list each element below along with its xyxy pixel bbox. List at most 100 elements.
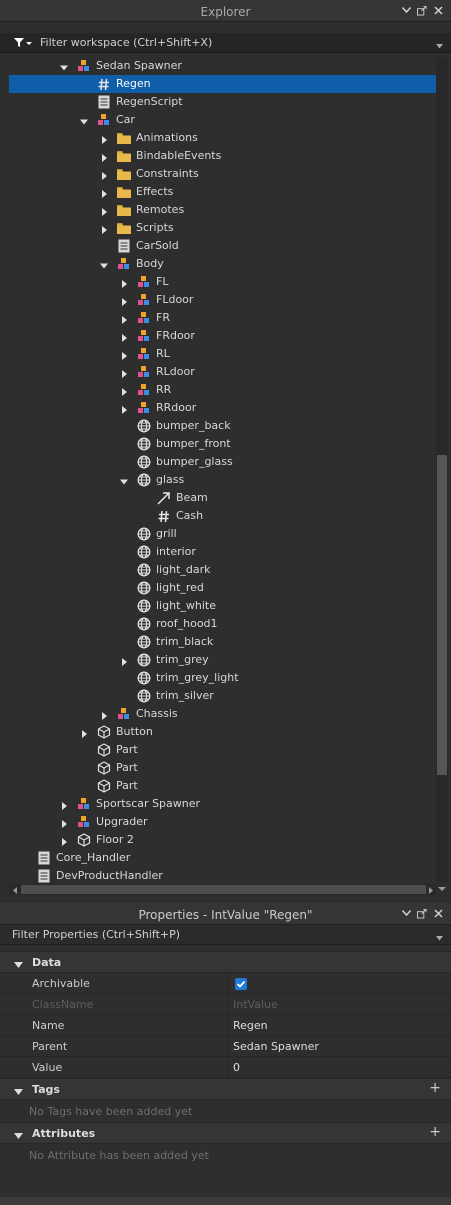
tree-item-scripts[interactable]: Scripts	[9, 219, 436, 237]
close-icon[interactable]	[433, 4, 443, 16]
filter-dropdown-icon[interactable]	[436, 39, 443, 52]
expand-right-arrow-icon[interactable]	[120, 350, 128, 360]
section-data[interactable]: Data	[0, 951, 451, 973]
scroll-right-icon[interactable]	[426, 885, 436, 895]
tree-item-remotes[interactable]: Remotes	[9, 201, 436, 219]
tree-item-chassis[interactable]: Chassis	[9, 705, 436, 723]
expand-right-arrow-icon[interactable]	[60, 800, 68, 810]
tree-item-car[interactable]: Car	[9, 111, 436, 129]
tree-item-beam[interactable]: Beam	[9, 489, 436, 507]
tree-item-light-red[interactable]: light_red	[9, 579, 436, 597]
tree-item-trim-black[interactable]: trim_black	[9, 633, 436, 651]
tree-item-trim-grey[interactable]: trim_grey	[9, 651, 436, 669]
property-value-parent[interactable]: Sedan Spawner	[233, 1040, 319, 1053]
expand-right-arrow-icon[interactable]	[100, 206, 108, 216]
tree-item-part[interactable]: Part	[9, 759, 436, 777]
explorer-filter-bar[interactable]: Filter workspace (Ctrl+Shift+X)	[0, 33, 451, 53]
property-value-value[interactable]: 0	[233, 1061, 240, 1074]
tree-item-frdoor[interactable]: FRdoor	[9, 327, 436, 345]
vertical-scrollbar[interactable]	[436, 57, 448, 883]
expand-right-arrow-icon[interactable]	[100, 710, 108, 720]
vertical-scroll-thumb[interactable]	[437, 455, 447, 775]
tree-item-bumper-front[interactable]: bumper_front	[9, 435, 436, 453]
tree-item-bindableevents[interactable]: BindableEvents	[9, 147, 436, 165]
tree-item-regenscript[interactable]: RegenScript	[9, 93, 436, 111]
tree-item-interior[interactable]: interior	[9, 543, 436, 561]
expand-right-arrow-icon[interactable]	[60, 818, 68, 828]
tree-item-fr[interactable]: FR	[9, 309, 436, 327]
tree-item-fldoor[interactable]: FLdoor	[9, 291, 436, 309]
tree-item-light-dark[interactable]: light_dark	[9, 561, 436, 579]
undock-icon[interactable]	[417, 4, 427, 16]
expand-down-arrow-icon[interactable]	[100, 260, 108, 269]
tree-item-floor-2[interactable]: Floor 2	[9, 831, 436, 849]
tree-item-rl[interactable]: RL	[9, 345, 436, 363]
tree-item-button[interactable]: Button	[9, 723, 436, 741]
expand-right-arrow-icon[interactable]	[100, 170, 108, 180]
tree-item-constraints[interactable]: Constraints	[9, 165, 436, 183]
tree-item-animations[interactable]: Animations	[9, 129, 436, 147]
horizontal-scroll-thumb[interactable]	[21, 885, 426, 894]
tree-item-sportscar-spawner[interactable]: Sportscar Spawner	[9, 795, 436, 813]
expand-right-arrow-icon[interactable]	[120, 404, 128, 414]
expand-right-arrow-icon[interactable]	[80, 728, 88, 738]
add-attribute-plus-icon[interactable]: +	[429, 1124, 441, 1140]
tree-item-grill[interactable]: grill	[9, 525, 436, 543]
expand-right-arrow-icon[interactable]	[120, 368, 128, 378]
tree-item-upgrader[interactable]: Upgrader	[9, 813, 436, 831]
tree-item-effects[interactable]: Effects	[9, 183, 436, 201]
expand-right-arrow-icon[interactable]	[100, 188, 108, 198]
collapse-arrow-icon[interactable]	[14, 1130, 23, 1143]
tree-item-fl[interactable]: FL	[9, 273, 436, 291]
collapse-arrow-icon[interactable]	[14, 959, 23, 972]
add-tag-plus-icon[interactable]: +	[429, 1080, 441, 1096]
horizontal-scrollbar[interactable]	[9, 884, 436, 895]
tree-item-cash[interactable]: Cash	[9, 507, 436, 525]
tree-item-rldoor[interactable]: RLdoor	[9, 363, 436, 381]
tree-item-regen[interactable]: Regen	[9, 75, 436, 93]
chevron-down-icon[interactable]	[401, 907, 411, 919]
archivable-checkbox[interactable]	[235, 978, 247, 990]
tree-item-rr[interactable]: RR	[9, 381, 436, 399]
filter-dropdown-icon[interactable]	[436, 931, 443, 944]
collapse-arrow-icon[interactable]	[14, 1086, 23, 1099]
expand-right-arrow-icon[interactable]	[120, 278, 128, 288]
expand-right-arrow-icon[interactable]	[120, 314, 128, 324]
explorer-filter-input[interactable]: Filter workspace (Ctrl+Shift+X)	[40, 36, 212, 49]
expand-right-arrow-icon[interactable]	[100, 152, 108, 162]
scroll-left-icon[interactable]	[10, 885, 20, 895]
tree-item-part[interactable]: Part	[9, 777, 436, 795]
scroll-down-icon[interactable]	[437, 884, 447, 894]
tree-item-light-white[interactable]: light_white	[9, 597, 436, 615]
tree-item-bumper-glass[interactable]: bumper_glass	[9, 453, 436, 471]
chevron-down-icon[interactable]	[401, 4, 411, 16]
expand-down-arrow-icon[interactable]	[60, 62, 68, 71]
tree-item-part[interactable]: Part	[9, 741, 436, 759]
expand-right-arrow-icon[interactable]	[120, 386, 128, 396]
tree-item-bumper-back[interactable]: bumper_back	[9, 417, 436, 435]
undock-icon[interactable]	[417, 907, 427, 919]
expand-right-arrow-icon[interactable]	[120, 332, 128, 342]
expand-right-arrow-icon[interactable]	[100, 134, 108, 144]
tree-item-sedan-spawner[interactable]: Sedan Spawner	[9, 57, 436, 75]
close-icon[interactable]	[433, 907, 443, 919]
expand-right-arrow-icon[interactable]	[100, 224, 108, 234]
tree-item-devproducthandler[interactable]: DevProductHandler	[9, 867, 436, 883]
section-attributes[interactable]: Attributes +	[0, 1122, 451, 1144]
expand-right-arrow-icon[interactable]	[60, 836, 68, 846]
tree-item-glass[interactable]: glass	[9, 471, 436, 489]
tree-item-carsold[interactable]: CarSold	[9, 237, 436, 255]
expand-down-arrow-icon[interactable]	[120, 476, 128, 485]
expand-right-arrow-icon[interactable]	[120, 656, 128, 666]
expand-down-arrow-icon[interactable]	[80, 116, 88, 125]
tree-item-trim-grey-light[interactable]: trim_grey_light	[9, 669, 436, 687]
properties-filter-input[interactable]: Filter Properties (Ctrl+Shift+P)	[12, 928, 180, 941]
tree-item-trim-silver[interactable]: trim_silver	[9, 687, 436, 705]
tree-item-rrdoor[interactable]: RRdoor	[9, 399, 436, 417]
tree-item-roof-hood1[interactable]: roof_hood1	[9, 615, 436, 633]
filter-icon[interactable]	[14, 38, 34, 51]
section-tags[interactable]: Tags +	[0, 1078, 451, 1100]
expand-right-arrow-icon[interactable]	[120, 296, 128, 306]
tree-item-body[interactable]: Body	[9, 255, 436, 273]
property-value-name[interactable]: Regen	[233, 1019, 268, 1032]
